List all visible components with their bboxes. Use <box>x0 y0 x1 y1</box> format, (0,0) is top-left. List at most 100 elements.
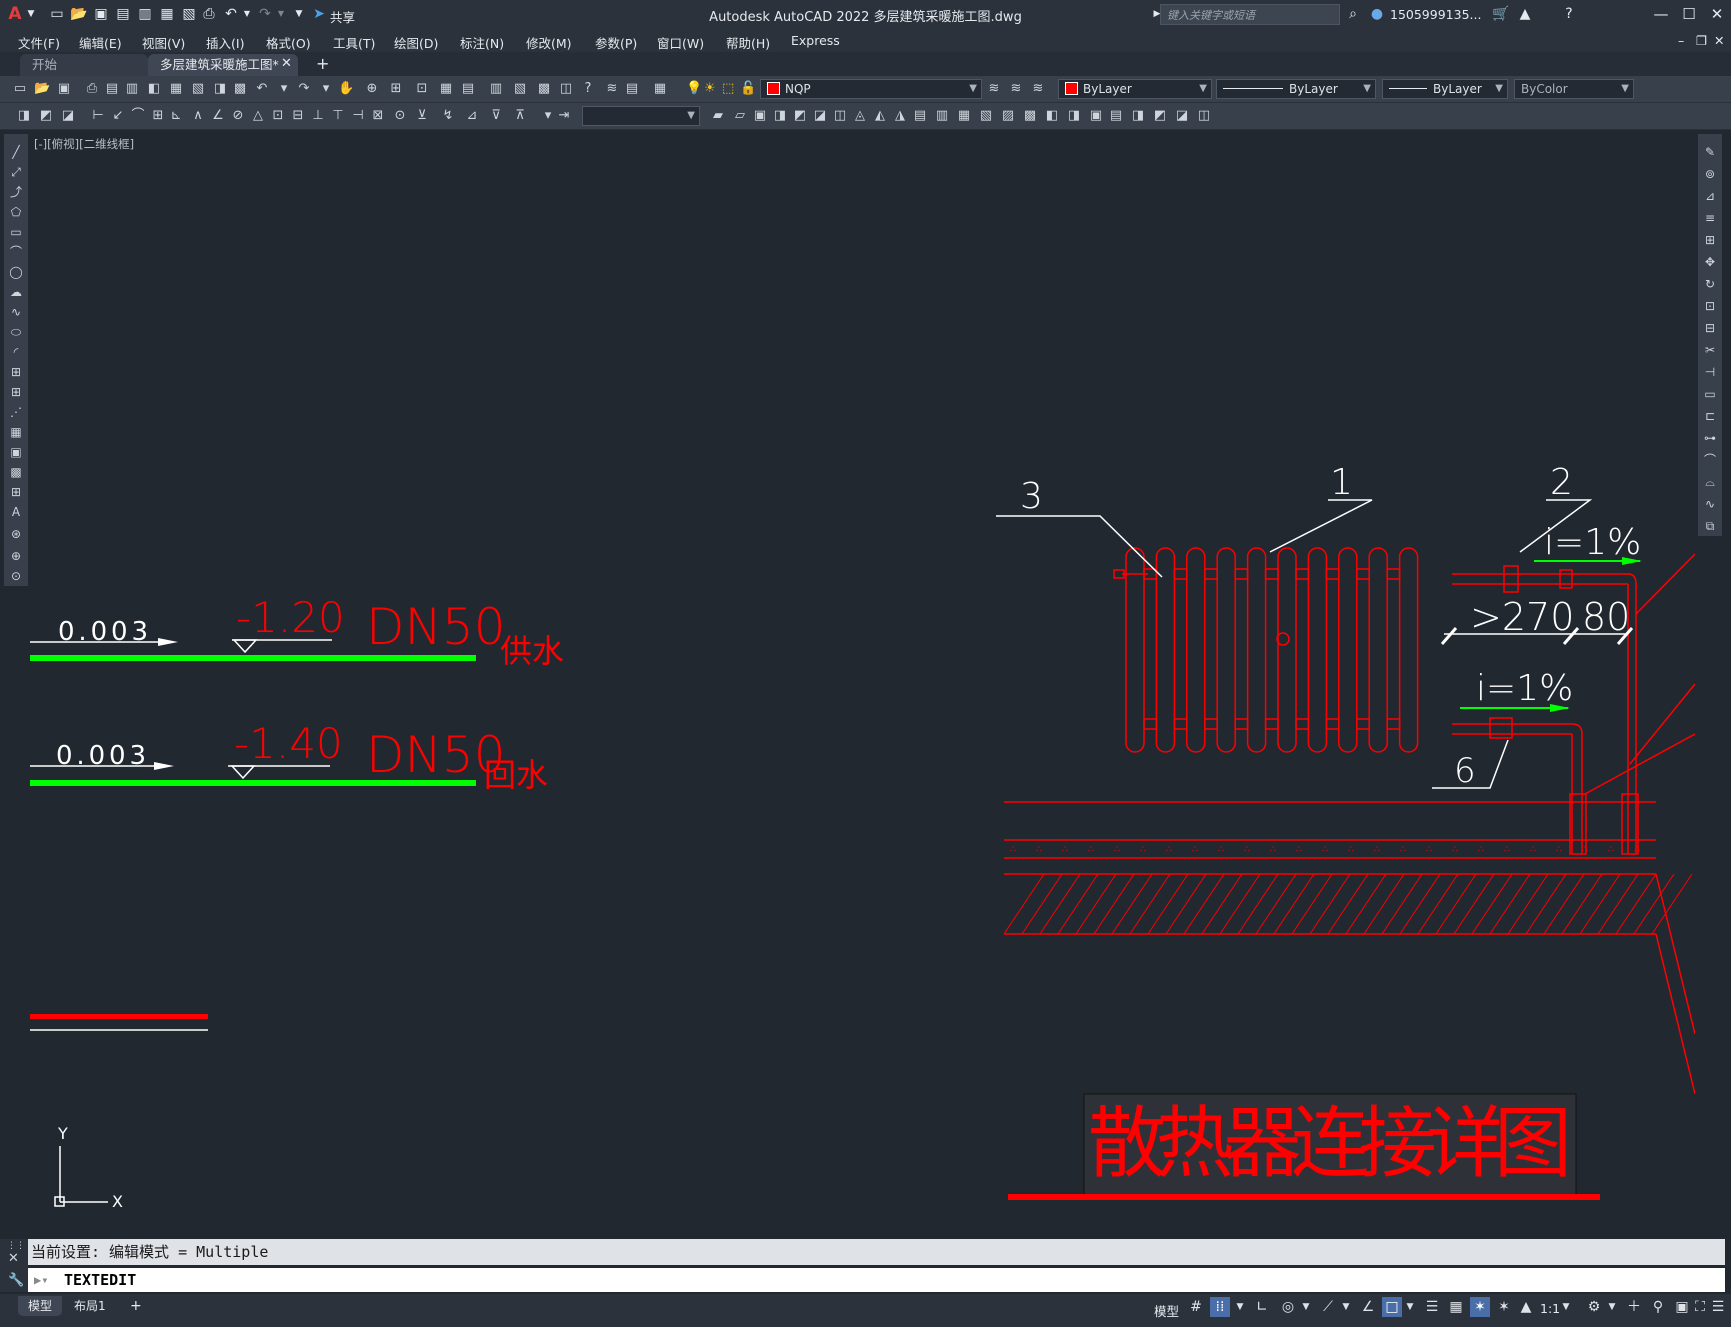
tb1-tool-18-icon[interactable]: ⊞ <box>388 81 404 97</box>
tb1-tool-10-icon[interactable]: ◨ <box>212 81 228 97</box>
tb2-tool-18-icon[interactable]: ⊠ <box>370 108 386 124</box>
menu-view[interactable]: 视图(V) <box>142 33 185 52</box>
modify-tool-3-icon[interactable]: ⊿ <box>1702 188 1718 204</box>
modify-tool-12-icon[interactable]: ▭ <box>1702 386 1718 402</box>
tb2-tool-9-icon[interactable]: ∧ <box>190 108 206 124</box>
draw-tool-14-icon[interactable]: ⋰ <box>8 404 24 420</box>
modify-tool-17-icon[interactable]: ∿ <box>1702 496 1718 512</box>
drawing-canvas[interactable]: [-][俯视][二维线框] 0.003 -1.20 DN50 供水 0.003 … <box>30 134 1695 1238</box>
modify-tool-18-icon[interactable]: ⧉ <box>1702 518 1718 534</box>
search-input[interactable]: 键入关键字或短语 <box>1160 4 1340 25</box>
modify-tool-5-icon[interactable]: ⊞ <box>1702 232 1718 248</box>
layer-states-icon[interactable]: ≋ <box>1008 81 1024 97</box>
layer-on-icon[interactable]: 💡 <box>686 81 702 96</box>
tb2-tool-48-icon[interactable]: ◩ <box>1152 108 1168 124</box>
tb1-tool-3-icon[interactable]: ▣ <box>56 81 72 97</box>
customize-command-icon[interactable]: 🔧 <box>8 1273 24 1288</box>
menu-draw[interactable]: 绘图(D) <box>394 33 438 52</box>
color-dropdown[interactable]: ByLayer ▼ <box>1058 79 1212 99</box>
doc-minimize-icon[interactable]: – <box>1678 33 1684 48</box>
tb2-tool-3-icon[interactable]: ◪ <box>60 108 76 124</box>
plotstyle-dropdown[interactable]: ByColor ▼ <box>1514 79 1634 99</box>
layer-match-icon[interactable]: ≋ <box>1030 81 1046 97</box>
menu-insert[interactable]: 插入(I) <box>206 33 244 52</box>
transparency-icon[interactable]: ▦ <box>1446 1297 1466 1317</box>
tb2-tool-39-icon[interactable]: ▦ <box>956 108 972 124</box>
draw-tool-8-icon[interactable]: ☁ <box>8 284 24 300</box>
draw-tool-20-icon[interactable]: ⊛ <box>8 526 24 542</box>
tb1-tool-7-icon[interactable]: ◧ <box>146 81 162 97</box>
tb2-tool-31-icon[interactable]: ◩ <box>792 108 808 124</box>
tb2-tool-32-icon[interactable]: ◪ <box>812 108 828 124</box>
draw-tool-4-icon[interactable]: ⬠ <box>8 204 24 220</box>
object-snap-icon[interactable]: □ <box>1382 1297 1402 1317</box>
command-input[interactable]: ▶▾ TEXTEDIT <box>28 1268 1725 1292</box>
tb1-tool-8-icon[interactable]: ▦ <box>168 81 184 97</box>
layout-tab-layout1[interactable]: 布局1 <box>64 1296 116 1316</box>
tb1-tool-15-icon[interactable]: ▾ <box>318 81 334 97</box>
tb1-tool-26-icon[interactable]: ? <box>580 81 596 97</box>
grip-icon[interactable]: ⋮⋮ <box>7 1241 25 1251</box>
menu-express[interactable]: Express <box>791 33 840 48</box>
tb2-tool-29-icon[interactable]: ▣ <box>752 108 768 124</box>
tb2-tool-30-icon[interactable]: ◨ <box>772 108 788 124</box>
tb2-tool-42-icon[interactable]: ▩ <box>1022 108 1038 124</box>
tb1-tool-20-icon[interactable]: ▦ <box>438 81 454 97</box>
layer-lock-icon[interactable]: 🔓 <box>740 81 756 96</box>
modify-tool-16-icon[interactable]: ⌓ <box>1702 474 1718 490</box>
tb2-tool-19-icon[interactable]: ⊙ <box>392 108 408 124</box>
draw-tool-16-icon[interactable]: ▣ <box>8 444 24 460</box>
tb1-tool-24-icon[interactable]: ▩ <box>536 81 552 97</box>
tb2-tool-8-icon[interactable]: ⊾ <box>168 108 184 124</box>
tb2-tool-5-icon[interactable]: ↙ <box>110 108 126 124</box>
tb1-tool-1-icon[interactable]: ▭ <box>12 81 28 97</box>
tb2-tool-34-icon[interactable]: ◬ <box>852 108 868 124</box>
tb2-tool-35-icon[interactable]: ◭ <box>872 108 888 124</box>
tab-close-icon[interactable]: ✕ <box>281 56 292 71</box>
layer-previous-icon[interactable]: ≋ <box>986 81 1002 97</box>
tb1-tool-17-icon[interactable]: ⊕ <box>364 81 380 97</box>
tb2-tool-14-icon[interactable]: ⊟ <box>290 108 306 124</box>
maximize-window-icon[interactable]: ☐ <box>1678 4 1700 24</box>
help-icon[interactable]: ? <box>1560 5 1578 23</box>
modify-tool-9-icon[interactable]: ⊟ <box>1702 320 1718 336</box>
workspace-gear-icon[interactable]: ⚙ <box>1584 1297 1604 1317</box>
linetype-dropdown[interactable]: ByLayer ▼ <box>1216 79 1376 99</box>
search-icon[interactable]: ⌕ <box>1344 5 1362 23</box>
draw-tool-9-icon[interactable]: ∿ <box>8 304 24 320</box>
tb2-tool-22-icon[interactable]: ⊿ <box>464 108 480 124</box>
snap-icon[interactable]: ⁞⁞ <box>1210 1297 1230 1317</box>
tb1-tool-12-icon[interactable]: ↶ <box>254 81 270 97</box>
tb2-tool-15-icon[interactable]: ⊥ <box>310 108 326 124</box>
menu-modify[interactable]: 修改(M) <box>526 33 572 52</box>
snap-dropdown-icon[interactable]: ▼ <box>1230 1297 1250 1317</box>
tb2-tool-50-icon[interactable]: ◫ <box>1196 108 1212 124</box>
minimize-window-icon[interactable]: — <box>1650 4 1672 24</box>
draw-tool-12-icon[interactable]: ⊞ <box>8 364 24 380</box>
tb2-tool-41-icon[interactable]: ▨ <box>1000 108 1016 124</box>
tab-start[interactable]: 开始 <box>20 54 148 76</box>
tb2-tool-7-icon[interactable]: ⊞ <box>150 108 166 124</box>
draw-tool-11-icon[interactable]: ◜ <box>8 344 24 360</box>
tab-drawing[interactable]: 多层建筑采暖施工图* <box>148 54 298 76</box>
tb1-tool-29-icon[interactable]: ▦ <box>652 81 668 97</box>
draw-tool-3-icon[interactable]: ⤴ <box>8 184 24 200</box>
tb2-tool-20-icon[interactable]: ⊻ <box>414 108 430 124</box>
menu-edit[interactable]: 编辑(E) <box>79 33 122 52</box>
tb2-tool-23-icon[interactable]: ⊽ <box>488 108 504 124</box>
doc-restore-icon[interactable]: ❐ <box>1696 33 1707 48</box>
modify-tool-2-icon[interactable]: ⊚ <box>1702 166 1718 182</box>
doc-close-icon[interactable]: ✕ <box>1714 33 1724 48</box>
isodraft-dropdown-icon[interactable]: ▼ <box>1336 1297 1356 1317</box>
layer-viewport-icon[interactable]: ⬚ <box>722 81 734 96</box>
draw-tool-15-icon[interactable]: ▦ <box>8 424 24 440</box>
menu-tools[interactable]: 工具(T) <box>333 33 375 52</box>
tb2-tool-49-icon[interactable]: ◪ <box>1174 108 1190 124</box>
autodesk-app-icon[interactable]: ▲ <box>1516 5 1534 23</box>
tb2-tool-25-icon[interactable]: ▾ <box>540 108 556 124</box>
draw-tool-18-icon[interactable]: ⊞ <box>8 484 24 500</box>
tb1-tool-11-icon[interactable]: ▩ <box>232 81 248 97</box>
tb2-tool-46-icon[interactable]: ▤ <box>1108 108 1124 124</box>
modify-tool-8-icon[interactable]: ⊡ <box>1702 298 1718 314</box>
units-icon[interactable]: ⚲ <box>1648 1297 1668 1317</box>
